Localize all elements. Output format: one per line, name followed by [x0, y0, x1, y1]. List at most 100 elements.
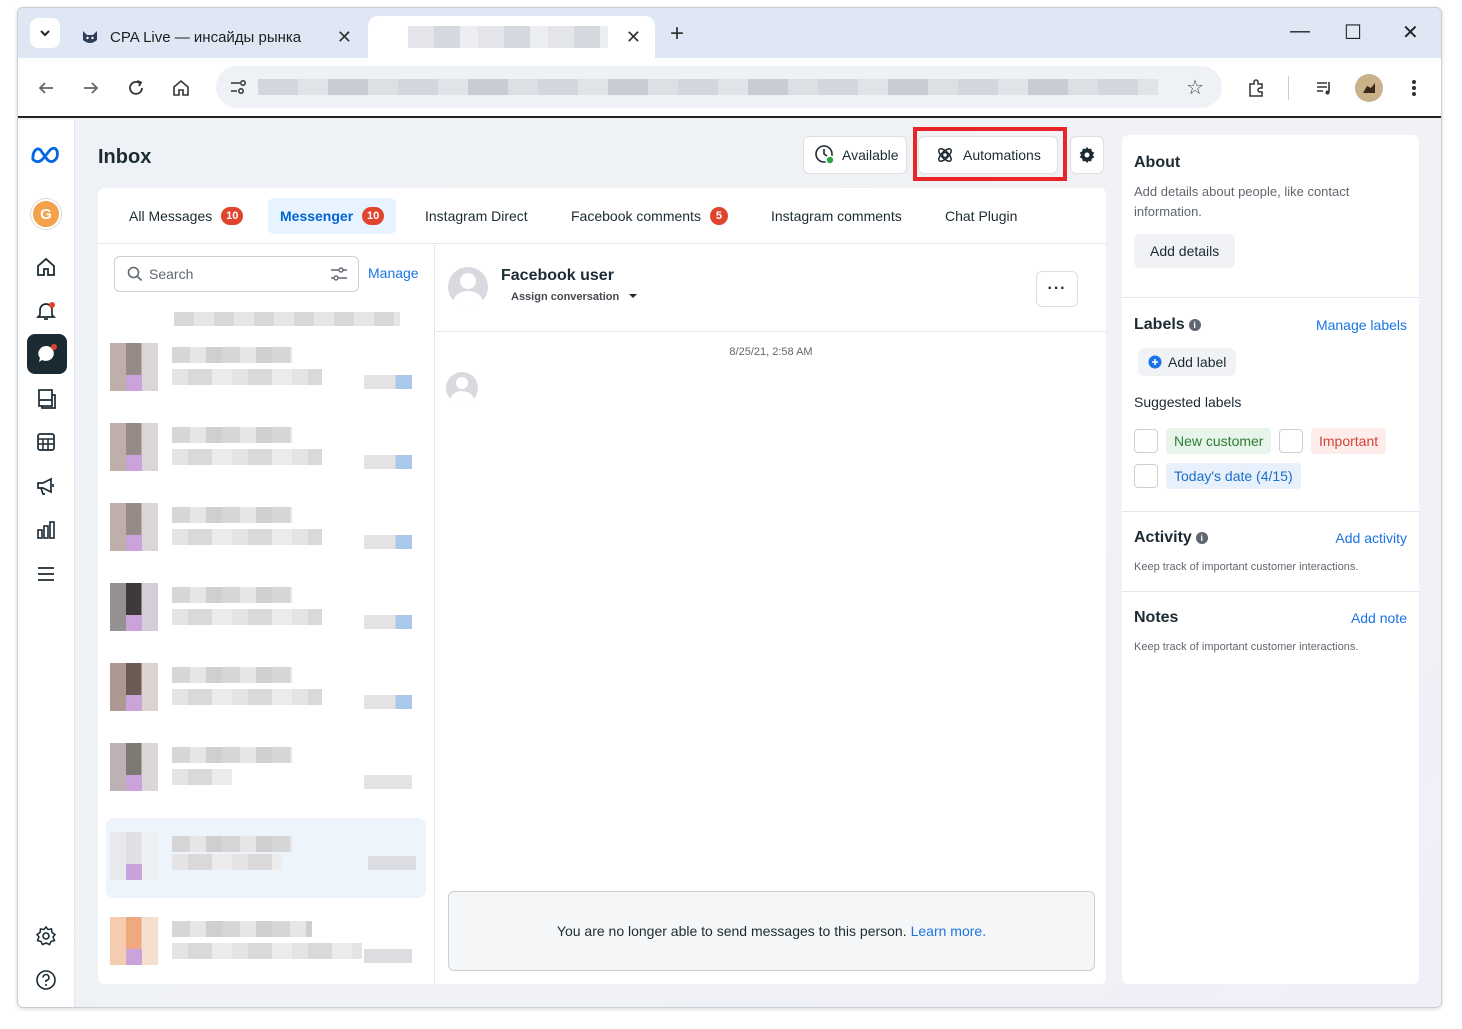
label-checkbox-new-customer[interactable]: [1134, 429, 1158, 453]
tab-close-icon[interactable]: ✕: [337, 27, 352, 48]
label-important[interactable]: Important: [1311, 428, 1387, 454]
manage-labels-link[interactable]: Manage labels: [1316, 317, 1407, 333]
inbox-settings-button[interactable]: [1070, 136, 1104, 174]
settings-gear-icon[interactable]: [30, 920, 62, 952]
labels-title: Labels i: [1134, 316, 1201, 334]
inbox-main-panel: All Messages 10 Messenger 10 Instagram D…: [98, 188, 1106, 984]
maximize-button[interactable]: ☐: [1344, 20, 1362, 45]
page-title: Inbox: [98, 146, 152, 168]
conversation-item-selected[interactable]: [106, 818, 426, 898]
more-options-button[interactable]: ···: [1036, 271, 1078, 307]
tab-close-icon[interactable]: ✕: [626, 27, 641, 48]
tab-instagram-direct[interactable]: Instagram Direct: [413, 198, 540, 234]
conversation-item[interactable]: [110, 917, 416, 981]
tab-label: Instagram comments: [771, 208, 902, 224]
unread-badge: 10: [362, 207, 385, 225]
extensions-icon[interactable]: [1244, 76, 1268, 100]
search-icon: [127, 266, 143, 282]
tab-instagram-comments[interactable]: Instagram comments: [759, 198, 914, 234]
tab-chat-plugin[interactable]: Chat Plugin: [933, 198, 1029, 234]
conversation-item[interactable]: [110, 663, 416, 727]
inbox-chat-icon[interactable]: [27, 334, 67, 374]
megaphone-ads-icon[interactable]: [30, 470, 62, 502]
table-grid-icon[interactable]: [30, 426, 62, 458]
add-details-button[interactable]: Add details: [1134, 234, 1236, 268]
help-question-icon[interactable]: [30, 964, 62, 996]
contact-name-redacted: [172, 836, 292, 852]
tab-all-messages[interactable]: All Messages 10: [117, 198, 255, 234]
tab-title-redacted: [408, 26, 608, 48]
tab-messenger[interactable]: Messenger 10: [268, 198, 397, 234]
more-menu-icon[interactable]: [1402, 76, 1426, 100]
content-pages-icon[interactable]: [30, 382, 62, 414]
filter-sliders-icon[interactable]: [330, 266, 348, 282]
user-avatar[interactable]: [448, 267, 488, 307]
info-icon[interactable]: i: [1195, 532, 1208, 544]
conversation-item[interactable]: [110, 343, 416, 407]
contact-name-redacted: [172, 427, 292, 443]
browser-tab-active[interactable]: ✕: [368, 16, 655, 58]
unread-badge: 5: [709, 207, 728, 225]
notice-text: You are no longer able to send messages …: [556, 923, 907, 939]
message-preview-redacted: [172, 609, 322, 625]
tab-label: Instagram Direct: [425, 208, 528, 224]
message-preview-redacted: [172, 854, 282, 870]
manage-link[interactable]: Manage: [368, 265, 419, 281]
timestamp-redacted: [364, 949, 412, 963]
tab-title: CPA Live — инсайды рынка: [110, 28, 302, 46]
insights-bar-chart-icon[interactable]: [30, 514, 62, 546]
contact-avatar-redacted: [110, 423, 158, 471]
minimize-button[interactable]: —: [1290, 20, 1310, 43]
conversation-item[interactable]: [110, 583, 416, 647]
url-redacted: [258, 79, 1158, 95]
learn-more-link[interactable]: Learn more.: [911, 923, 986, 939]
activity-description: Keep track of important customer interac…: [1134, 561, 1359, 573]
conversation-item[interactable]: [110, 743, 416, 807]
tab-search-button[interactable]: [30, 18, 60, 48]
notes-section: Notes Add note Keep track of important c…: [1122, 592, 1419, 672]
contact-avatar-redacted: [110, 503, 158, 551]
reload-icon[interactable]: [124, 76, 148, 100]
assign-conversation-dropdown[interactable]: Assign conversation: [511, 291, 638, 303]
browser-tab-cpa-live[interactable]: CPA Live — инсайды рынка ✕: [76, 16, 366, 58]
meta-business-app: G Inbox Available Automations All Messag…: [18, 120, 1441, 1007]
tab-facebook-comments[interactable]: Facebook comments 5: [559, 198, 740, 234]
contact-name-redacted: [172, 667, 292, 683]
contact-avatar-redacted: [110, 583, 158, 631]
tab-label: Messenger: [280, 208, 354, 224]
bookmark-star-icon[interactable]: ☆: [1186, 75, 1204, 100]
home-icon[interactable]: [30, 251, 62, 283]
message-tabs: All Messages 10 Messenger 10 Instagram D…: [98, 188, 1106, 244]
media-control-icon[interactable]: [1312, 76, 1336, 100]
conversation-item[interactable]: [110, 503, 416, 567]
cat-favicon-icon: [80, 27, 100, 47]
add-activity-link[interactable]: Add activity: [1335, 530, 1407, 546]
label-todays-date[interactable]: Today's date (4/15): [1166, 463, 1301, 489]
conversation-redacted-partial[interactable]: [174, 312, 400, 326]
label-new-customer[interactable]: New customer: [1166, 428, 1272, 454]
profile-avatar[interactable]: [1355, 74, 1383, 102]
message-preview-redacted: [172, 943, 362, 959]
info-icon[interactable]: i: [1188, 319, 1201, 331]
meta-logo-icon[interactable]: [30, 138, 62, 170]
site-settings-icon[interactable]: [228, 77, 248, 97]
new-tab-button[interactable]: +: [670, 20, 684, 48]
search-input[interactable]: Search: [114, 256, 359, 292]
address-bar[interactable]: ☆: [216, 66, 1222, 108]
label-checkbox-important[interactable]: [1279, 429, 1303, 453]
hamburger-menu-icon[interactable]: [30, 558, 62, 590]
add-label-button[interactable]: Add label: [1138, 348, 1237, 376]
back-arrow-icon[interactable]: [34, 76, 58, 100]
activity-title: Activity i: [1134, 529, 1208, 547]
forward-arrow-icon[interactable]: [79, 76, 103, 100]
add-note-link[interactable]: Add note: [1351, 610, 1407, 626]
home-icon[interactable]: [169, 76, 193, 100]
notifications-bell-icon[interactable]: [30, 295, 62, 327]
timestamp-redacted: [368, 856, 416, 870]
availability-button[interactable]: Available: [803, 136, 907, 174]
label-checkbox-todays-date[interactable]: [1134, 464, 1158, 488]
account-avatar[interactable]: G: [31, 199, 61, 229]
contact-name[interactable]: Facebook user: [501, 267, 614, 285]
conversation-item[interactable]: [110, 423, 416, 487]
close-window-button[interactable]: ✕: [1402, 20, 1419, 45]
